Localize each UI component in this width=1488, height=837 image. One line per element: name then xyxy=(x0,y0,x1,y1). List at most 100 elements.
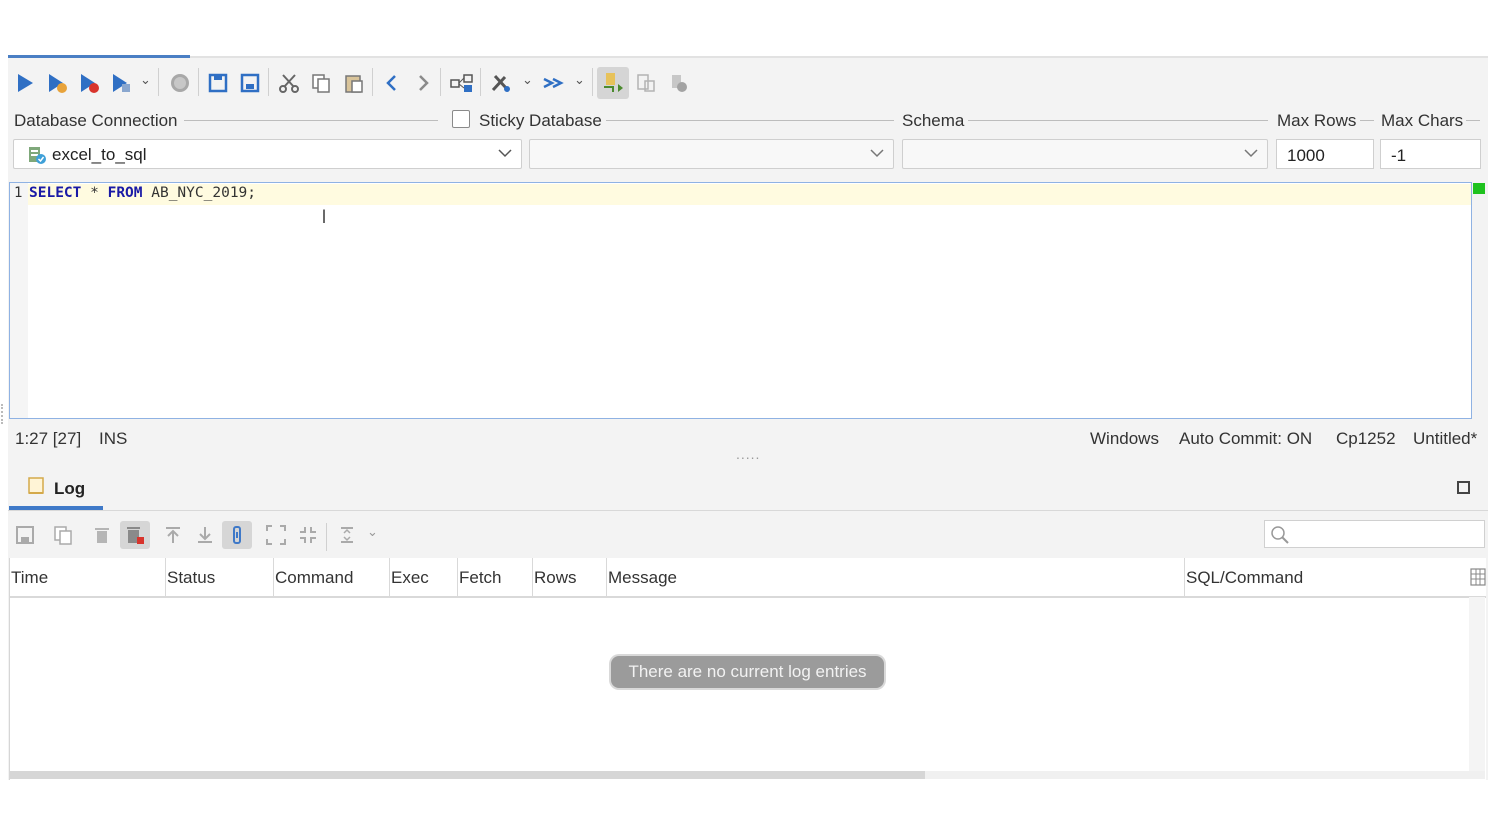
panel-splitter-handle[interactable]: ..... xyxy=(736,446,760,462)
label-rule xyxy=(606,120,894,121)
label-rule xyxy=(1466,120,1480,121)
file-name: Untitled* xyxy=(1413,429,1478,448)
scroll-bottom-icon[interactable] xyxy=(192,521,218,549)
sticky-database-select[interactable] xyxy=(529,139,894,169)
scroll-top-icon[interactable] xyxy=(160,521,186,549)
empty-log-message: There are no current log entries xyxy=(611,656,884,688)
chevron-down-icon xyxy=(869,145,885,166)
column-header-command[interactable]: Command xyxy=(274,558,390,596)
left-splitter-handle[interactable] xyxy=(1,404,7,424)
collapse-all-icon[interactable] xyxy=(295,521,321,549)
label-rule xyxy=(1360,120,1374,121)
text-cursor-icon: Ɩ xyxy=(322,207,326,227)
log-icon xyxy=(26,476,46,501)
active-tab-indicator xyxy=(8,55,190,58)
stop-icon[interactable] xyxy=(167,70,193,96)
forward-icon[interactable] xyxy=(410,70,436,96)
log-delete-icon[interactable] xyxy=(89,521,115,549)
toolbar-separator xyxy=(268,68,269,96)
sql-code-line[interactable]: SELECT * FROM AB_NYC_2019; xyxy=(29,184,256,202)
column-header-fetch[interactable]: Fetch xyxy=(458,558,533,596)
database-connection-icon xyxy=(27,145,47,170)
log-divider xyxy=(8,510,1488,511)
maximize-icon[interactable] xyxy=(1457,481,1470,494)
column-header-exec[interactable]: Exec xyxy=(390,558,458,596)
sql-token: * xyxy=(81,185,108,201)
auto-scroll-icon[interactable] xyxy=(222,521,252,549)
editor-overview-ruler xyxy=(1472,182,1486,419)
auto-commit-status[interactable]: Auto Commit: ON xyxy=(1179,429,1312,449)
line-gutter xyxy=(10,183,28,418)
paste-icon[interactable] xyxy=(341,70,367,96)
settings-icon[interactable] xyxy=(666,70,692,96)
column-header-message[interactable]: Message xyxy=(607,558,1185,596)
database-connection-value: excel_to_sql xyxy=(52,145,147,164)
log-vertical-scrollbar[interactable] xyxy=(1469,597,1485,771)
search-icon xyxy=(1270,525,1290,550)
execute-dropdown-chevron-icon[interactable]: ⌄ xyxy=(140,72,151,88)
execute-current-icon[interactable] xyxy=(44,70,70,96)
chevron-down-icon xyxy=(497,145,513,166)
execute-stop-icon[interactable] xyxy=(76,70,102,96)
database-connection-label: Database Connection xyxy=(14,111,178,130)
status-ok-marker xyxy=(1473,183,1485,194)
tools-icon[interactable] xyxy=(488,70,514,96)
disconnect-icon[interactable] xyxy=(633,70,659,96)
cursor-position: 1:27 [27] xyxy=(15,429,82,448)
row-height-chevron-icon[interactable]: ⌄ xyxy=(367,524,378,540)
log-tab[interactable]: Log xyxy=(26,476,85,501)
top-divider xyxy=(8,56,1488,58)
database-connection-select[interactable]: excel_to_sql xyxy=(13,139,522,169)
log-save-icon[interactable] xyxy=(12,521,38,549)
max-chars-input[interactable]: -1 xyxy=(1380,139,1481,169)
toolbar-separator xyxy=(372,68,373,96)
toolbar-separator xyxy=(592,68,593,96)
encoding: Cp1252 xyxy=(1336,429,1396,448)
sql-keyword: SELECT xyxy=(29,185,82,201)
save-icon[interactable] xyxy=(205,70,231,96)
execute-icon[interactable] xyxy=(12,70,38,96)
log-table-header: Time Status Command Exec Fetch Rows Mess… xyxy=(10,558,1486,598)
connect-icon[interactable] xyxy=(597,67,629,99)
row-height-icon[interactable] xyxy=(334,521,360,549)
toolbar-separator xyxy=(440,68,441,96)
sql-token: AB_NYC_2019; xyxy=(142,185,257,201)
column-header-sql-command[interactable]: SQL/Command xyxy=(1185,558,1470,596)
label-rule xyxy=(968,120,1268,121)
label-rule xyxy=(184,120,438,121)
line-endings: Windows xyxy=(1090,429,1159,448)
toolbar-separator xyxy=(480,68,481,96)
sql-keyword: FROM xyxy=(107,185,143,201)
column-chooser-icon[interactable] xyxy=(1470,568,1486,591)
log-horizontal-scrollbar-thumb[interactable] xyxy=(9,771,925,779)
line-number: 1 xyxy=(14,185,23,201)
max-rows-label: Max Rows xyxy=(1277,111,1357,130)
toolbar-separator xyxy=(326,523,327,551)
save-as-icon[interactable] xyxy=(237,70,263,96)
schema-select[interactable] xyxy=(902,139,1268,169)
back-icon[interactable] xyxy=(379,70,405,96)
copy-icon[interactable] xyxy=(308,70,334,96)
tools-dropdown-chevron-icon[interactable]: ⌄ xyxy=(522,72,533,88)
execute-explain-icon[interactable] xyxy=(108,70,134,96)
max-rows-input[interactable]: 1000 xyxy=(1276,139,1374,169)
format-dropdown-chevron-icon[interactable]: ⌄ xyxy=(574,72,585,88)
cut-icon[interactable] xyxy=(276,70,302,96)
insert-mode: INS xyxy=(99,429,128,448)
sticky-database-label: Sticky Database xyxy=(479,111,602,130)
sql-editor[interactable]: 1 SELECT * FROM AB_NYC_2019; Ɩ xyxy=(9,182,1472,419)
column-header-status[interactable]: Status xyxy=(166,558,274,596)
log-clear-icon[interactable] xyxy=(120,521,150,549)
log-search-input[interactable] xyxy=(1264,520,1485,548)
toolbar-separator xyxy=(198,68,199,96)
sticky-database-checkbox[interactable] xyxy=(452,110,470,128)
toolbar-separator xyxy=(158,68,159,96)
chevron-down-icon xyxy=(1243,145,1259,166)
column-header-rows[interactable]: Rows xyxy=(533,558,607,596)
column-header-time[interactable]: Time xyxy=(10,558,166,596)
format-icon[interactable] xyxy=(541,70,567,96)
expand-all-icon[interactable] xyxy=(263,521,289,549)
log-copy-icon[interactable] xyxy=(50,521,76,549)
query-builder-icon[interactable] xyxy=(449,70,475,96)
max-chars-label: Max Chars xyxy=(1381,111,1464,130)
